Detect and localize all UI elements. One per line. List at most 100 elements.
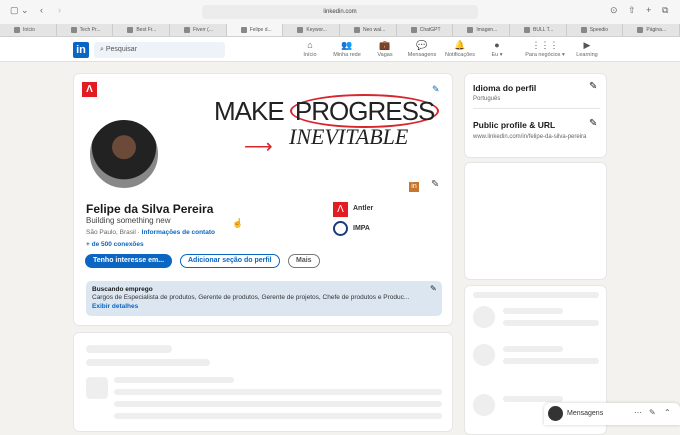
open-to-work-roles: Cargos de Especialista de produtos, Gere… <box>92 294 410 301</box>
profile-name: Felipe da Silva Pereira <box>86 202 214 216</box>
favicon-icon <box>184 27 191 33</box>
favicon-icon <box>127 27 134 33</box>
browser-tab[interactable]: Tech Pr... <box>57 24 114 36</box>
browser-tab[interactable]: BULL T... <box>510 24 567 36</box>
chevron-up-icon[interactable]: ⌃ <box>664 408 671 417</box>
favicon-icon <box>70 27 77 33</box>
browser-tab[interactable]: Keywor... <box>283 24 341 36</box>
nav-label: Vagas <box>377 52 393 58</box>
browser-tab[interactable]: Felipe d... <box>226 24 284 36</box>
arrow-icon: ⟶ <box>244 136 273 158</box>
sidebar-toggle-icon[interactable]: ▢ ⌄ <box>10 5 29 16</box>
show-details-link[interactable]: Exibir detalhes <box>92 303 138 310</box>
tab-label: Felipe d... <box>249 27 272 33</box>
edit-intro-icon[interactable]: ✎ <box>431 179 439 190</box>
browser-tab[interactable]: Imagen... <box>453 24 511 36</box>
loading-card <box>73 332 453 432</box>
nav-label: Para negócios ▾ <box>525 52 565 58</box>
download-icon[interactable]: ⊙ <box>610 5 618 16</box>
more-icon[interactable]: ⋯ <box>634 408 642 417</box>
browser-tab[interactable]: ChatGPT <box>397 24 454 36</box>
nav-item[interactable]: 🔔 Notificações <box>440 40 480 58</box>
nav-icon: ⋮⋮⋮ <box>531 40 559 50</box>
favicon-icon <box>354 27 361 33</box>
messaging-label: Mensagens <box>567 410 604 417</box>
profile-card: Λ MAKE PROGRESS INEVITABLE ⟶ ✎ in ✎ Feli… <box>73 73 453 326</box>
cursor-icon: ☝ <box>232 218 244 228</box>
banner-text: MAKE PROGRESS <box>214 94 440 128</box>
more-button[interactable]: Mais <box>288 254 320 268</box>
edit-open-to-work-icon[interactable]: ✎ <box>430 284 437 293</box>
banner-make: MAKE <box>214 96 290 126</box>
profile-settings-card: Idioma do perfil Português ✎ Public prof… <box>464 73 607 158</box>
impa-logo <box>333 221 348 236</box>
edit-url-icon[interactable]: ✎ <box>589 118 597 129</box>
nav-item[interactable]: ⋮⋮⋮ Para negócios ▾ <box>525 40 565 58</box>
browser-tab[interactable]: Página... <box>623 24 680 36</box>
contact-info-link[interactable]: Informações de contato <box>142 229 215 236</box>
nav-icon: ▶ <box>583 40 591 50</box>
nav-item[interactable]: 💬 Mensagens <box>402 40 442 58</box>
browser-tab[interactable]: Neo wal... <box>340 24 397 36</box>
antler-logo: Λ <box>82 82 97 97</box>
nav-item[interactable]: ● Eu ▾ <box>477 40 517 58</box>
browser-tab[interactable]: Best Fr... <box>113 24 171 36</box>
nav-item[interactable]: ⌂ Início <box>290 40 330 58</box>
connections-link[interactable]: + de 500 conexões <box>86 241 144 248</box>
share-icon[interactable]: ⇧ <box>628 5 636 16</box>
tab-label: Tech Pr... <box>79 27 101 33</box>
open-to-work-card[interactable]: Buscando emprego Cargos de Especialista … <box>86 281 442 316</box>
favicon-icon <box>580 27 587 33</box>
nav-icon: ⌂ <box>307 40 313 50</box>
favicon-icon <box>297 27 304 33</box>
tab-label: Speedio <box>589 27 609 33</box>
favicon-icon <box>524 27 531 33</box>
open-to-button[interactable]: Tenho interesse em... <box>85 254 173 268</box>
language-value: Português <box>473 96 501 102</box>
language-title: Idioma do perfil <box>473 83 537 93</box>
tab-label: BULL T... <box>533 27 554 33</box>
linkedin-logo[interactable]: in <box>73 42 89 58</box>
nav-item[interactable]: 👥 Minha rede <box>327 40 367 58</box>
profile-location: São Paulo, Brasil · <box>86 229 142 236</box>
add-profile-section-button[interactable]: Adicionar seção do perfil <box>180 254 280 268</box>
avatar[interactable] <box>88 118 160 190</box>
tab-label: Início <box>23 27 35 33</box>
favicon-icon <box>240 27 247 33</box>
tab-label: Fiverr (... <box>193 27 214 33</box>
browser-tab[interactable]: Início <box>0 24 57 36</box>
edit-language-icon[interactable]: ✎ <box>589 81 597 92</box>
messaging-bar[interactable]: Mensagens ⋯ ✎ ⌃ <box>544 403 680 425</box>
public-url-value[interactable]: www.linkedin.com/in/felipe-da-silva-pere… <box>473 133 588 142</box>
nav-label: Learning <box>576 52 598 58</box>
tab-label: ChatGPT <box>419 27 441 33</box>
back-icon[interactable]: ‹ <box>40 5 43 15</box>
nav-item[interactable]: 💼 Vagas <box>365 40 405 58</box>
tab-label: Imagen... <box>476 27 498 33</box>
tab-label: Página... <box>646 27 667 33</box>
address-bar[interactable]: linkedin.com <box>202 5 478 19</box>
browser-tab[interactable]: Speedio <box>567 24 624 36</box>
nav-label: Mensagens <box>407 52 437 58</box>
compose-icon[interactable]: ✎ <box>649 408 656 417</box>
nav-icon: 💬 <box>416 40 428 50</box>
public-url-title: Public profile & URL <box>473 120 556 130</box>
search-placeholder: Pesquisar <box>105 46 138 53</box>
messaging-avatar <box>548 406 563 421</box>
antler-org-logo: Λ <box>333 202 348 217</box>
nav-label: Minha rede <box>333 52 361 58</box>
tab-label: Neo wal... <box>363 27 386 33</box>
org-antler[interactable]: Antler <box>353 205 373 212</box>
org-impa[interactable]: IMPA <box>353 225 370 232</box>
favicon-icon <box>14 27 20 33</box>
nav-icon: 💼 <box>379 40 391 50</box>
edit-banner-icon[interactable]: ✎ <box>432 84 440 95</box>
nav-icon: ● <box>494 40 500 50</box>
tab-overview-icon[interactable]: ⧉ <box>662 5 668 16</box>
favicon-icon <box>637 27 644 33</box>
forward-icon[interactable]: › <box>58 5 61 15</box>
search-input[interactable]: ⌕ Pesquisar <box>94 42 225 58</box>
new-tab-icon[interactable]: + <box>646 5 651 15</box>
browser-tab[interactable]: Fiverr (... <box>170 24 227 36</box>
nav-item[interactable]: ▶ Learning <box>567 40 607 58</box>
